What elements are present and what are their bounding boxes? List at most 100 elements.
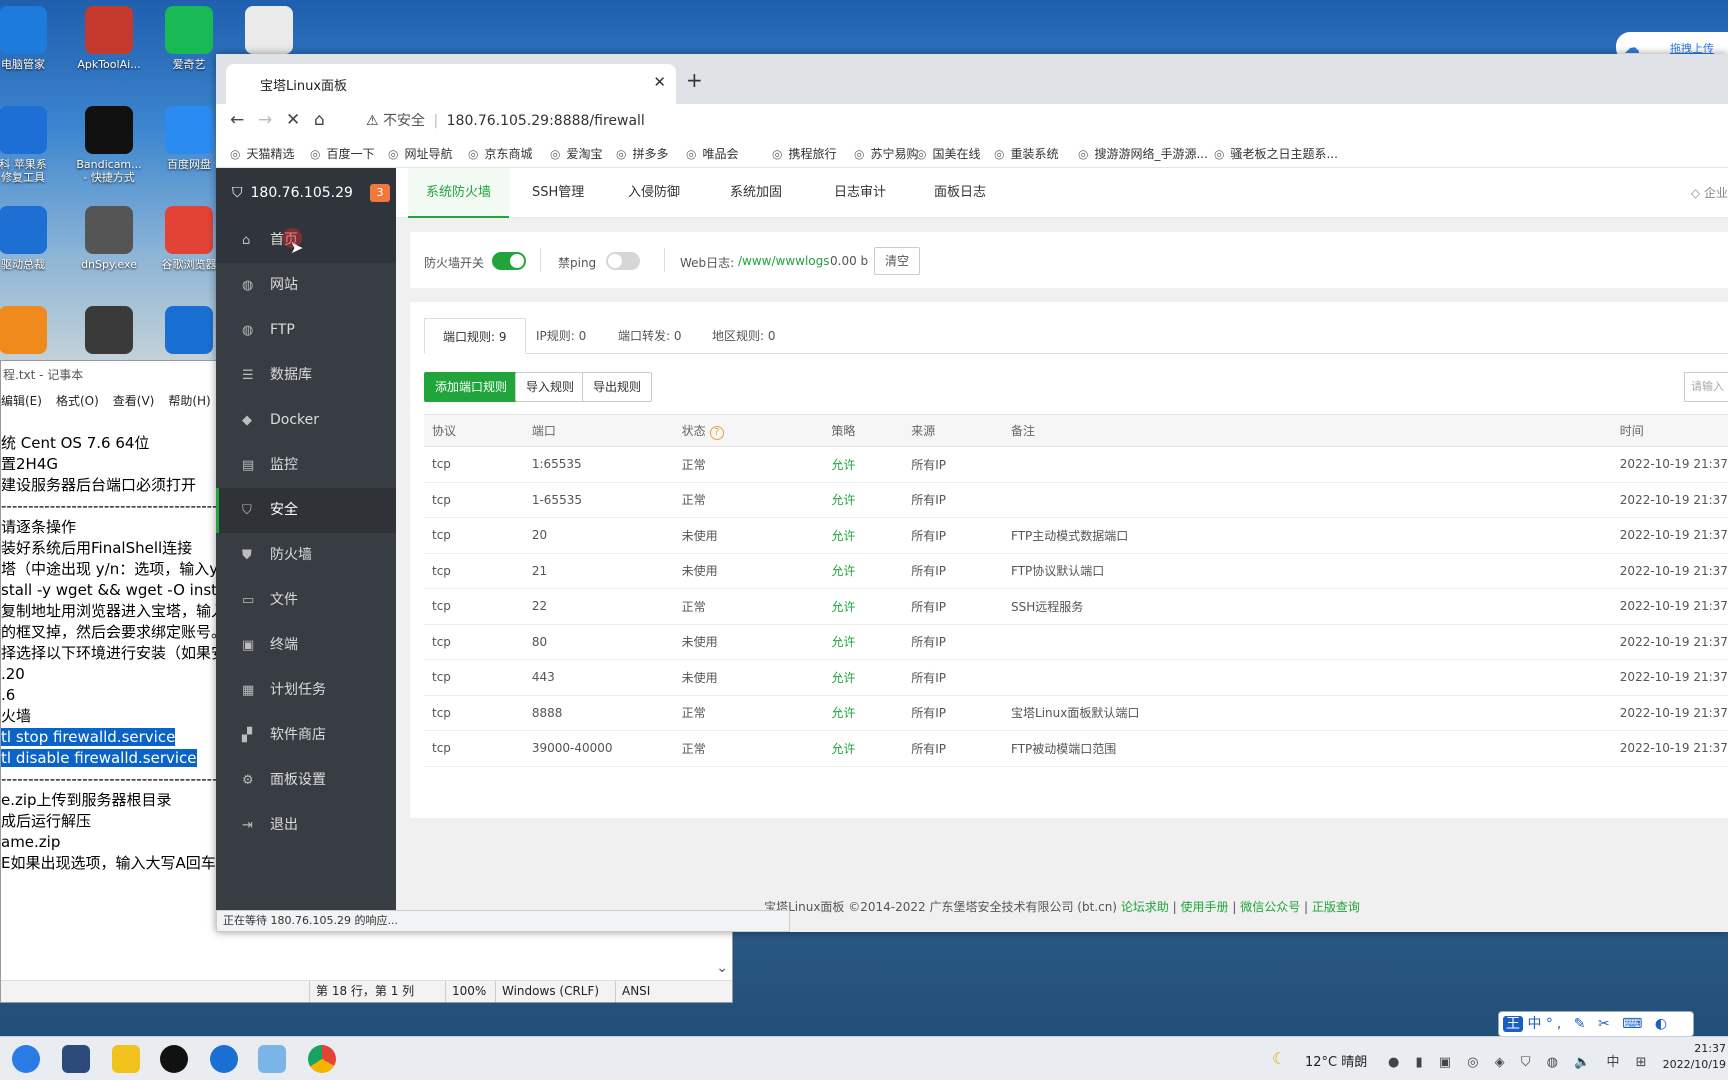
clear-log-button[interactable]: 清空 bbox=[874, 247, 921, 275]
table-row[interactable]: tcp 21 未使用 允许 所有IP FTP协议默认端口 2022-10-19 21:37 bbox=[424, 553, 1728, 589]
bookmark-item[interactable]: 骚老板之日主题系... bbox=[1214, 145, 1337, 162]
notepad-icon[interactable] bbox=[258, 1045, 286, 1073]
firewall-toggle[interactable] bbox=[492, 252, 526, 270]
desktop-icon[interactable]: 电脑管家 bbox=[0, 6, 66, 71]
sidebar-item-7[interactable]: ⛊ 防火墙 bbox=[216, 533, 396, 578]
table-cell[interactable]: 允许 bbox=[823, 553, 904, 589]
sidebar-item-6[interactable]: ⛉ 安全 bbox=[216, 488, 396, 533]
bookmark-item[interactable]: 国美在线 bbox=[916, 145, 980, 162]
bookmark-item[interactable]: 拼多多 bbox=[616, 145, 668, 162]
sidebar-item-8[interactable]: ▭ 文件 bbox=[216, 578, 396, 623]
app-icon[interactable] bbox=[112, 1045, 140, 1073]
sidebar-item-3[interactable]: ☰ 数据库 bbox=[216, 353, 396, 398]
tab-1[interactable]: SSH管理 bbox=[532, 168, 584, 218]
bookmark-item[interactable]: 唯品会 bbox=[686, 145, 738, 162]
desktop-icon[interactable]: 驱动总裁 bbox=[0, 206, 66, 271]
desktop-icon[interactable] bbox=[226, 6, 312, 58]
tab-4[interactable]: 日志审计 bbox=[834, 168, 886, 218]
bookmark-item[interactable]: 爱淘宝 bbox=[550, 145, 602, 162]
chrome-icon[interactable] bbox=[308, 1045, 336, 1073]
home-icon[interactable]: ⌂ bbox=[314, 110, 325, 130]
browser-tab[interactable]: 宝塔Linux面板 ✕ bbox=[226, 64, 676, 104]
menu-item[interactable]: 编辑(E) bbox=[1, 394, 42, 408]
weblog-path-link[interactable]: /www/wwwlogs bbox=[738, 254, 830, 268]
task-view-icon[interactable] bbox=[62, 1045, 90, 1073]
table-row[interactable]: tcp 8888 正常 允许 所有IP 宝塔Linux面板默认端口 2022-10-19 2… bbox=[424, 695, 1728, 731]
table-row[interactable]: tcp 1-65535 正常 允许 所有IP 2022-10-19 21:37 bbox=[424, 482, 1728, 518]
table-cell[interactable]: 允许 bbox=[823, 695, 904, 731]
desktop-icon[interactable]: dnSpy.exe bbox=[66, 206, 152, 271]
weather[interactable]: 12°C 晴朗 bbox=[1305, 1051, 1367, 1070]
footer-link[interactable]: 使用手册 bbox=[1181, 900, 1229, 914]
browser-window[interactable]: 宝塔Linux面板 ✕ + ← → ✕ ⌂ ⚠ 不安全 | 180.76.105… bbox=[216, 54, 1728, 932]
url-field[interactable]: ⚠ 不安全 | 180.76.105.29:8888/firewall bbox=[366, 108, 645, 134]
menu-item[interactable]: 查看(V) bbox=[113, 394, 155, 408]
bookmark-item[interactable]: 京东商城 bbox=[468, 145, 532, 162]
menu-item[interactable]: 帮助(H) bbox=[168, 394, 210, 408]
sidebar-item-13[interactable]: ⇥ 退出 bbox=[216, 803, 396, 848]
sidebar-item-5[interactable]: ▤ 监控 bbox=[216, 443, 396, 488]
notification-badge[interactable]: 3 bbox=[370, 184, 390, 202]
table-row[interactable]: tcp 443 未使用 允许 所有IP 2022-10-19 21:37 bbox=[424, 659, 1728, 696]
sidebar-item-2[interactable]: ◍ FTP bbox=[216, 308, 396, 353]
table-cell[interactable]: 允许 bbox=[823, 588, 904, 625]
new-tab-icon[interactable]: + bbox=[686, 68, 703, 92]
table-row[interactable]: tcp 39000-40000 正常 允许 所有IP FTP被动模端口范围 2022-10-… bbox=[424, 730, 1728, 767]
enterprise-badge[interactable]: ◇ 企业 bbox=[1691, 184, 1728, 201]
desktop-icon[interactable] bbox=[66, 306, 152, 358]
bookmark-item[interactable]: 网址导航 bbox=[388, 145, 452, 162]
sidebar-item-4[interactable]: ◆ Docker bbox=[216, 398, 396, 443]
rule-tab-0[interactable]: 端口规则: 9 bbox=[424, 318, 526, 354]
sidebar-item-0[interactable]: ⌂ 首页 bbox=[216, 218, 396, 263]
table-cell[interactable]: 允许 bbox=[823, 482, 904, 518]
back-icon[interactable]: ← bbox=[230, 110, 244, 130]
footer-link[interactable]: 论坛求助 bbox=[1121, 900, 1169, 914]
bookmark-item[interactable]: 苏宁易购 bbox=[854, 145, 918, 162]
menu-item[interactable]: 格式(O) bbox=[56, 394, 99, 408]
tab-3[interactable]: 系统加固 bbox=[730, 168, 782, 218]
sidebar-item-9[interactable]: ▣ 终端 bbox=[216, 623, 396, 668]
rule-tab-1[interactable]: IP规则: 0 bbox=[536, 318, 586, 354]
desktop-icon[interactable]: 科 苹果系 修复工具 bbox=[0, 106, 66, 184]
table-cell[interactable]: 允许 bbox=[823, 730, 904, 767]
bookmark-item[interactable]: 百度一下 bbox=[310, 145, 374, 162]
footer-link[interactable]: 微信公众号 bbox=[1240, 900, 1300, 914]
desktop-icon[interactable]: Bandicam... - 快捷方式 bbox=[66, 106, 152, 184]
sidebar-item-10[interactable]: ▦ 计划任务 bbox=[216, 668, 396, 713]
desktop-icon[interactable] bbox=[0, 306, 66, 358]
sidebar-item-1[interactable]: ◍ 网站 bbox=[216, 263, 396, 308]
table-row[interactable]: tcp 1:65535 正常 允许 所有IP 2022-10-19 21:37 bbox=[424, 446, 1728, 483]
desktop-icon[interactable]: ApkToolAi... bbox=[66, 6, 152, 71]
table-cell[interactable]: 允许 bbox=[823, 659, 904, 696]
table-cell[interactable]: 允许 bbox=[823, 517, 904, 554]
rule-tab-2[interactable]: 端口转发: 0 bbox=[618, 318, 682, 354]
export-rules-button[interactable]: 导出规则 bbox=[582, 372, 653, 402]
search-input[interactable]: 请输入 bbox=[1684, 372, 1728, 402]
add-port-rule-button[interactable]: 添加端口规则 bbox=[424, 372, 519, 402]
kugou-icon[interactable] bbox=[210, 1045, 238, 1073]
clock[interactable]: 21:37 2022/10/19 bbox=[1663, 1041, 1726, 1073]
table-cell[interactable]: 允许 bbox=[823, 624, 904, 660]
scroll-down-icon[interactable]: ⌄ bbox=[716, 960, 728, 976]
rule-tab-3[interactable]: 地区规则: 0 bbox=[712, 318, 776, 354]
tab-0[interactable]: 系统防火墙 bbox=[408, 168, 510, 218]
table-cell[interactable]: 允许 bbox=[823, 446, 904, 483]
tab-5[interactable]: 面板日志 bbox=[934, 168, 986, 218]
sidebar-item-12[interactable]: ⚙ 面板设置 bbox=[216, 758, 396, 803]
table-row[interactable]: tcp 20 未使用 允许 所有IP FTP主动模式数据端口 2022-10-19 21:3… bbox=[424, 517, 1728, 554]
import-rules-button[interactable]: 导入规则 bbox=[515, 372, 586, 402]
stop-icon[interactable]: ✕ bbox=[286, 110, 300, 130]
bandicam-icon[interactable] bbox=[160, 1045, 188, 1073]
close-tab-icon[interactable]: ✕ bbox=[653, 73, 666, 91]
footer-link[interactable]: 正版查询 bbox=[1312, 900, 1360, 914]
sidebar-item-11[interactable]: ▞ 软件商店 bbox=[216, 713, 396, 758]
bookmark-item[interactable]: 重装系统 bbox=[994, 145, 1058, 162]
table-row[interactable]: tcp 80 未使用 允许 所有IP 2022-10-19 21:37 bbox=[424, 624, 1728, 660]
table-row[interactable]: tcp 22 正常 允许 所有IP SSH远程服务 2022-10-19 21:37 bbox=[424, 588, 1728, 625]
forward-icon[interactable]: → bbox=[258, 110, 272, 130]
ping-toggle[interactable] bbox=[606, 252, 640, 270]
help-icon[interactable]: ? bbox=[709, 425, 724, 440]
tab-2[interactable]: 入侵防御 bbox=[628, 168, 680, 218]
ie-icon[interactable] bbox=[12, 1045, 40, 1073]
ime-toolbar[interactable]: 王 中 °, ✎ ✂ ⌨ ◐ ⚙ bbox=[1498, 1011, 1694, 1056]
